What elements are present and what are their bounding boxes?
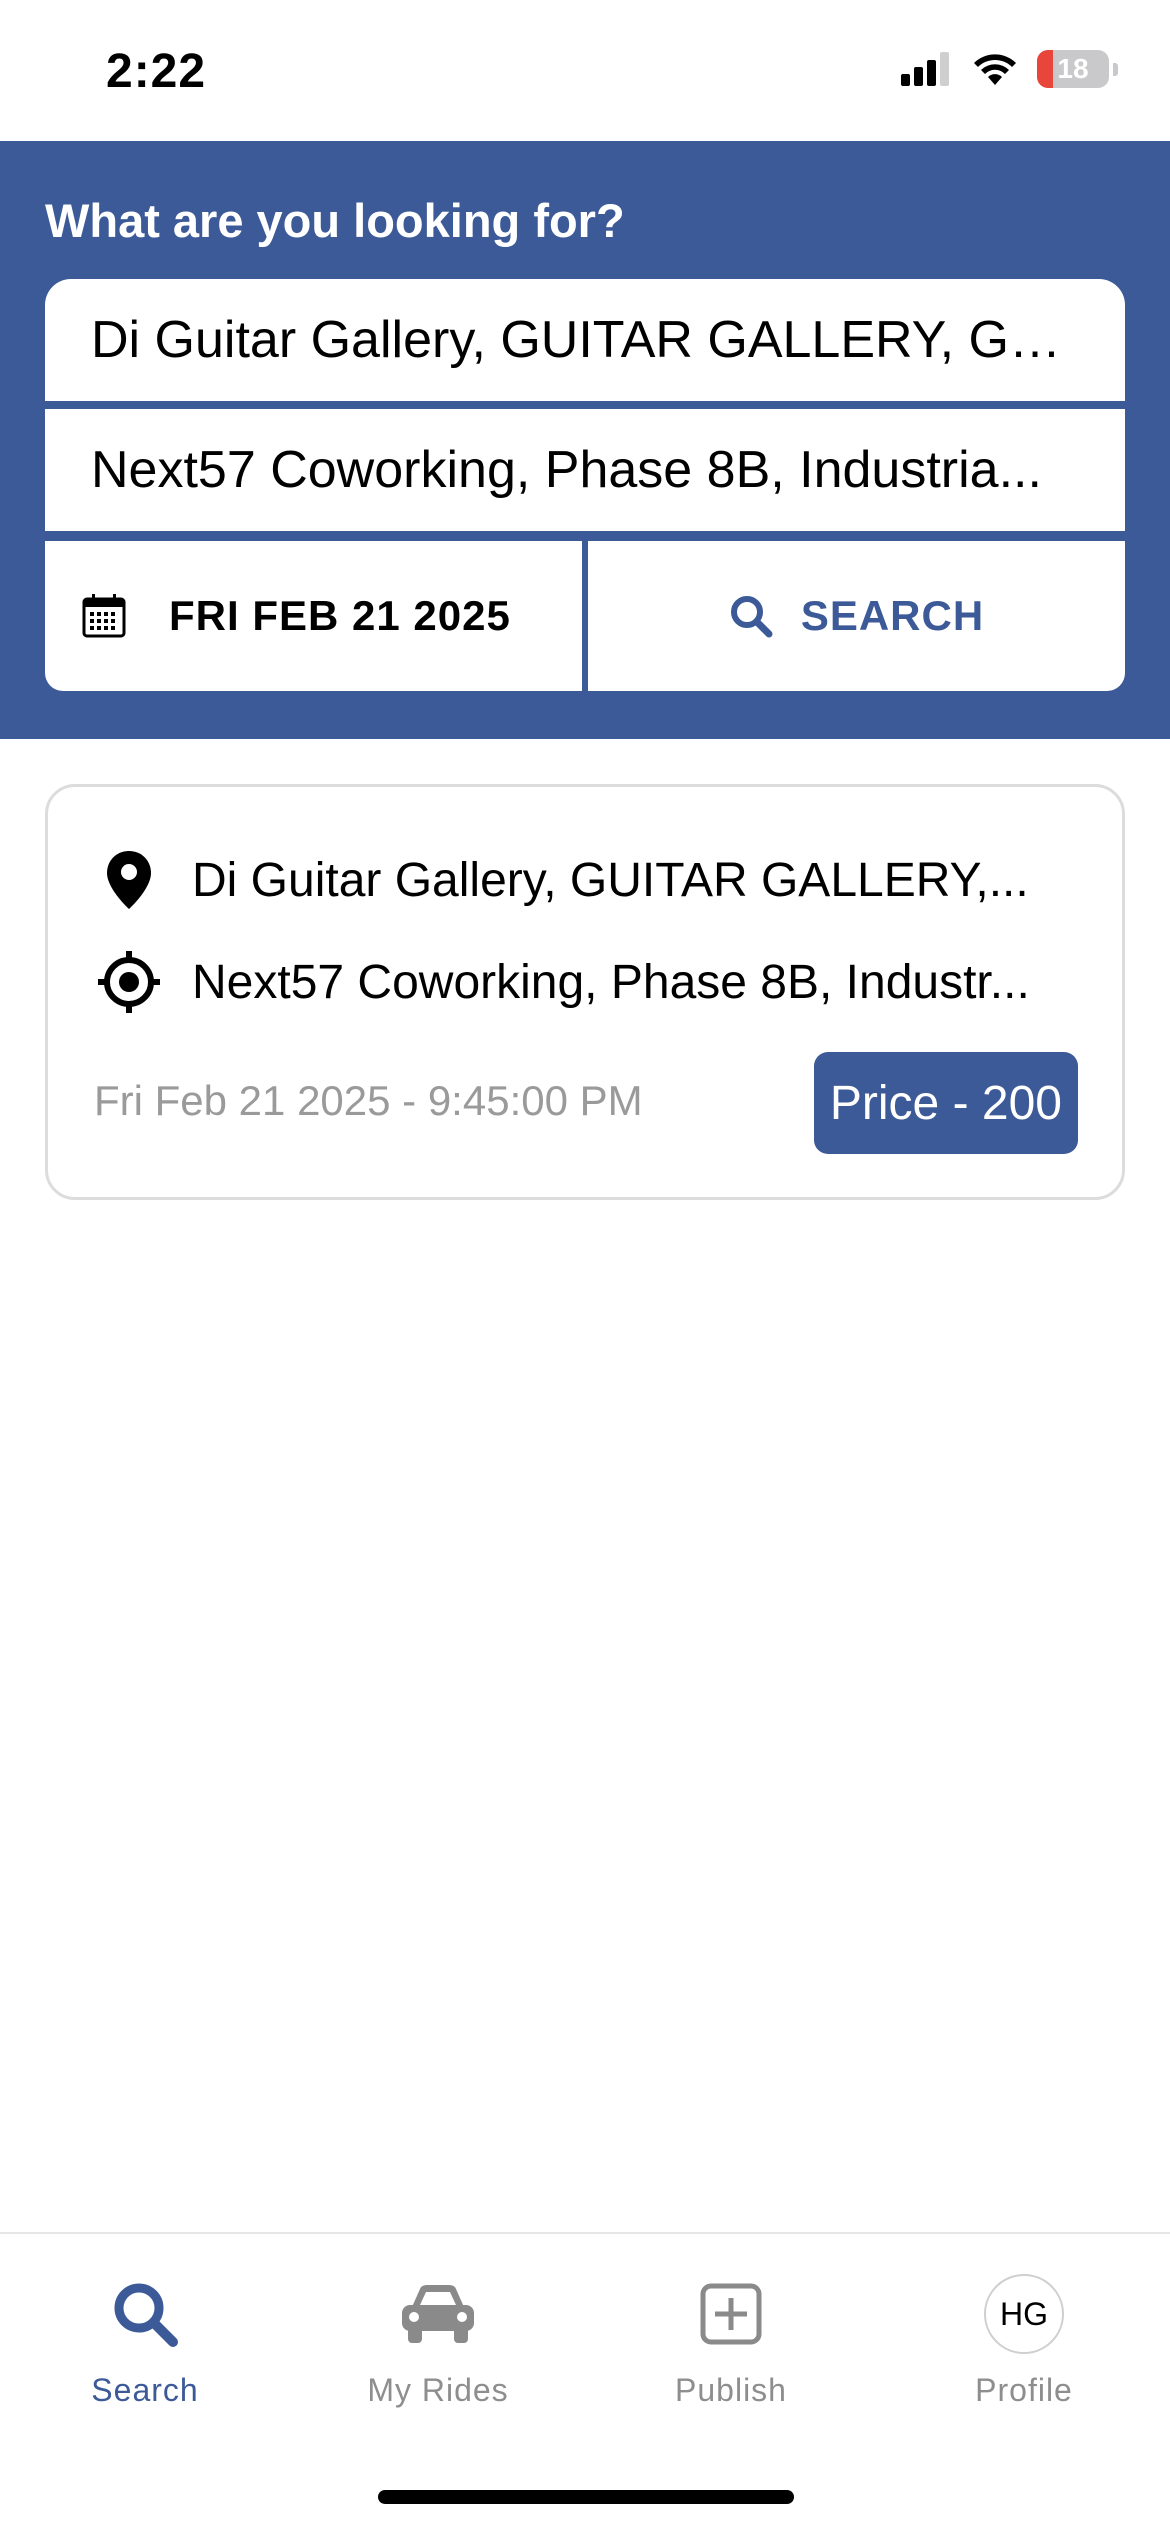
crosshair-target-icon xyxy=(98,951,160,1013)
search-button[interactable]: SEARCH xyxy=(588,541,1125,691)
location-pin-icon xyxy=(107,851,151,909)
tab-my-rides[interactable]: My Rides xyxy=(318,2274,558,2409)
status-bar: 2:22 18 xyxy=(0,0,1170,141)
price-badge: Price - 200 xyxy=(813,1052,1078,1154)
plus-square-icon xyxy=(700,2283,762,2345)
origin-field[interactable]: Di Guitar Gallery, GUITAR GALLERY, GU... xyxy=(45,279,1125,401)
destination-field[interactable]: Next57 Coworking, Phase 8B, Industria... xyxy=(45,409,1125,531)
search-panel: What are you looking for? Di Guitar Gall… xyxy=(0,141,1170,739)
origin-value: Di Guitar Gallery, GUITAR GALLERY, GU... xyxy=(91,311,1079,369)
destination-value: Next57 Coworking, Phase 8B, Industria... xyxy=(91,441,1042,499)
date-picker-button[interactable]: FRI FEB 21 2025 xyxy=(45,541,582,691)
date-label: FRI FEB 21 2025 xyxy=(169,592,511,639)
search-icon xyxy=(730,596,773,638)
wifi-icon xyxy=(974,54,1016,85)
signal-icon xyxy=(901,52,949,86)
search-button-label: SEARCH xyxy=(800,592,985,639)
tab-search[interactable]: Search xyxy=(25,2274,265,2409)
search-icon xyxy=(114,2283,178,2347)
price-text: Price - 200 xyxy=(829,1076,1062,1130)
status-time: 2:22 xyxy=(106,45,207,98)
calendar-icon xyxy=(82,594,126,638)
car-icon xyxy=(402,2285,474,2343)
ride-card[interactable]: Di Guitar Gallery, GUITAR GALLERY,... Ne… xyxy=(45,784,1125,1200)
tab-publish-label: Publish xyxy=(675,2372,787,2408)
battery-icon: 18 xyxy=(1037,50,1109,88)
ride-destination-text: Next57 Coworking, Phase 8B, Industr... xyxy=(192,955,1030,1009)
battery-percent: 18 xyxy=(1057,53,1089,84)
home-indicator xyxy=(378,2490,794,2504)
tab-my-rides-label: My Rides xyxy=(367,2372,509,2408)
status-icons: 18 xyxy=(901,50,1118,88)
battery-cap xyxy=(1113,62,1118,76)
ride-origin: Di Guitar Gallery, GUITAR GALLERY,... xyxy=(96,847,1086,913)
ride-datetime: Fri Feb 21 2025 - 9:45:00 PM xyxy=(94,1077,643,1124)
ride-origin-text: Di Guitar Gallery, GUITAR GALLERY,... xyxy=(192,853,1029,907)
ride-destination: Next57 Coworking, Phase 8B, Industr... xyxy=(96,949,1086,1015)
tab-search-label: Search xyxy=(91,2372,199,2408)
page-title: What are you looking for? xyxy=(45,194,625,247)
search-actions-row: FRI FEB 21 2025 SEARCH xyxy=(45,541,1125,691)
tab-profile[interactable]: HG Profile xyxy=(904,2274,1144,2409)
tab-publish[interactable]: Publish xyxy=(611,2274,851,2409)
tab-bar: Search My Rides Publish HG Profile xyxy=(0,2232,1170,2532)
tab-profile-label: Profile xyxy=(975,2372,1073,2408)
avatar: HG xyxy=(984,2274,1064,2354)
